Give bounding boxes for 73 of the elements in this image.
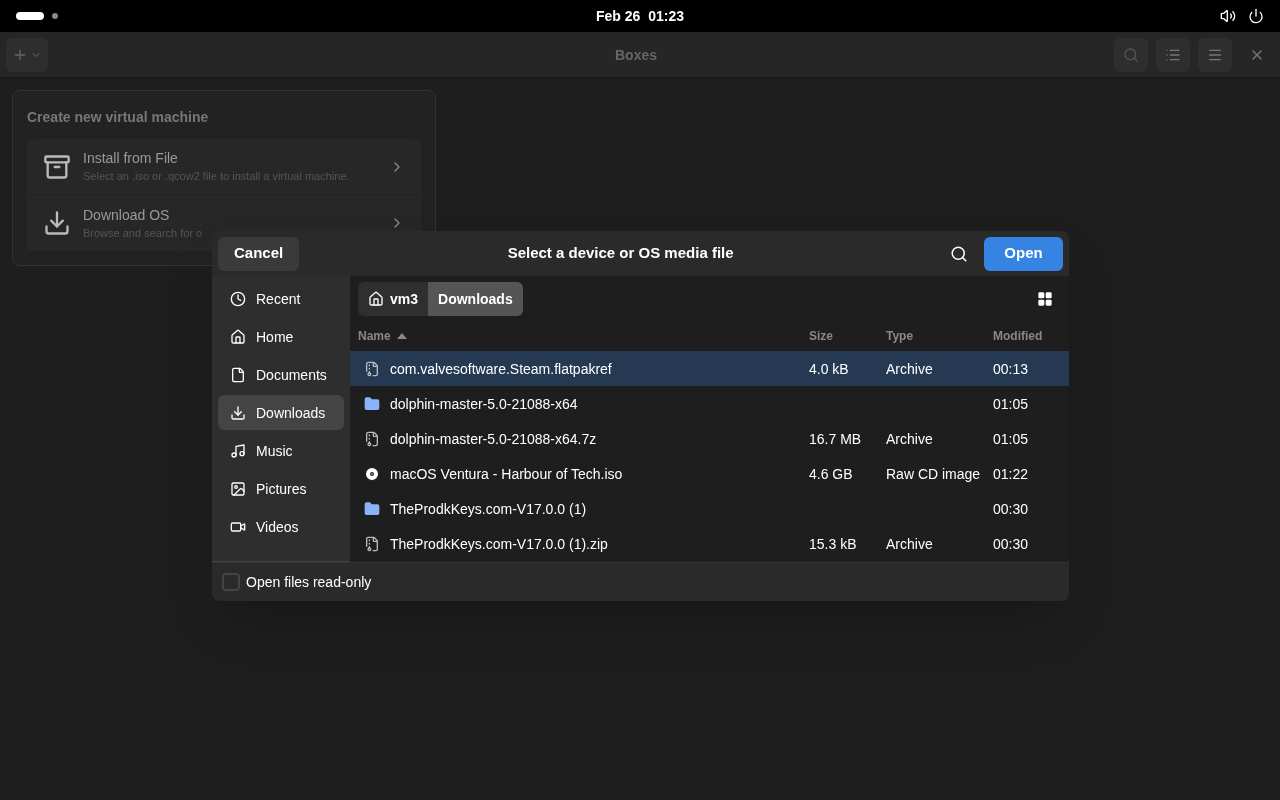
file-modified: 01:05 — [993, 430, 1029, 447]
search-icon — [950, 244, 968, 263]
checkbox-label: Open files read-only — [246, 573, 372, 592]
image-icon — [230, 480, 246, 497]
file-name: TheProdkKeys.com-V17.0.0 (1).zip — [390, 534, 608, 554]
path-button[interactable]: vm3 — [358, 281, 429, 316]
file-type: Archive — [886, 430, 933, 447]
option-title: Install from File — [83, 149, 179, 169]
home-icon — [368, 290, 384, 307]
folder-icon — [364, 500, 380, 517]
workspace-indicator[interactable] — [52, 13, 58, 19]
sidebar-item[interactable]: Music — [218, 433, 344, 468]
file-row[interactable]: TheProdkKeys.com-V17.0.0 (1).zip 15.3 kB Archive 00:30 — [350, 526, 1069, 561]
file-name: dolphin-master-5.0-21088-x64 — [390, 394, 578, 414]
file-modified: 00:13 — [993, 360, 1029, 377]
home-icon — [230, 328, 246, 345]
archive-file-icon — [364, 535, 380, 552]
file-modified: 00:30 — [993, 500, 1029, 517]
open-button[interactable]: Open — [984, 236, 1063, 271]
sidebar-item[interactable]: Documents — [218, 357, 344, 392]
workspace-indicator[interactable] — [16, 12, 44, 20]
column-header[interactable]: Size — [809, 328, 833, 344]
file-modified: 01:22 — [993, 465, 1029, 482]
download-icon — [43, 209, 71, 237]
option-title: Download OS — [83, 205, 171, 225]
archive-file-icon — [364, 360, 380, 377]
checkbox[interactable] — [222, 573, 240, 591]
cancel-button[interactable]: Cancel — [218, 236, 300, 271]
file-row[interactable]: macOS Ventura - Harbour of Tech.iso 4.6 GB Raw CD image 01:22 — [350, 456, 1069, 491]
file-row[interactable]: TheProdkKeys.com-V17.0.0 (1) 00:30 — [350, 491, 1069, 526]
file-size: 16.7 MB — [809, 430, 862, 447]
clock[interactable]: Feb 26 01:23 — [596, 6, 684, 26]
dialog-title: Select a device or OS media file — [506, 243, 735, 264]
file-name: TheProdkKeys.com-V17.0.0 (1) — [390, 499, 587, 519]
file-type: Archive — [886, 360, 933, 377]
clock-icon — [230, 290, 246, 307]
download-icon — [230, 404, 246, 421]
column-header[interactable]: Modified — [993, 328, 1043, 344]
power-icon[interactable] — [1248, 8, 1264, 24]
disc-icon — [364, 465, 380, 482]
file-row[interactable]: dolphin-master-5.0-21088-x64.7z 16.7 MB Archive 01:05 — [350, 421, 1069, 456]
music-icon — [230, 442, 246, 459]
sort-arrow-icon — [396, 333, 407, 339]
file-size: 4.0 kB — [809, 360, 849, 377]
file-size: 4.6 GB — [809, 465, 853, 482]
file-size: 15.3 kB — [809, 535, 857, 552]
file-modified: 00:30 — [993, 535, 1029, 552]
file-name: macOS Ventura - Harbour of Tech.iso — [390, 464, 623, 484]
file-row[interactable]: com.valvesoftware.Steam.flatpakref 4.0 kB Archive 00:13 — [350, 351, 1069, 386]
volume-icon[interactable] — [1220, 8, 1236, 24]
file-type: Archive — [886, 535, 933, 552]
file-name: com.valvesoftware.Steam.flatpakref — [390, 359, 612, 379]
archive-file-icon — [364, 430, 380, 447]
document-icon — [230, 366, 246, 383]
file-row[interactable]: dolphin-master-5.0-21088-x64 01:05 — [350, 386, 1069, 421]
path-button[interactable]: Downloads — [428, 281, 523, 316]
window-title: Boxes — [615, 45, 657, 65]
sidebar-item[interactable]: Videos — [218, 509, 344, 544]
menu-button[interactable] — [1198, 37, 1232, 72]
column-header[interactable]: Name — [358, 328, 407, 344]
sidebar-item[interactable]: Pictures — [218, 471, 344, 506]
sidebar-item[interactable]: Downloads — [218, 395, 344, 430]
grid-view-icon[interactable] — [1037, 290, 1053, 307]
file-modified: 01:05 — [993, 395, 1029, 412]
column-header[interactable]: Type — [886, 328, 914, 344]
popover-title: Create new virtual machine — [27, 108, 210, 127]
sidebar-item[interactable]: Recent — [218, 281, 344, 316]
list-view-button[interactable] — [1156, 37, 1190, 72]
folder-icon — [364, 395, 380, 412]
sidebar-item[interactable]: Home — [218, 319, 344, 354]
file-type: Raw CD image — [886, 465, 981, 482]
file-name: dolphin-master-5.0-21088-x64.7z — [390, 429, 597, 449]
search-icon — [1123, 46, 1139, 63]
